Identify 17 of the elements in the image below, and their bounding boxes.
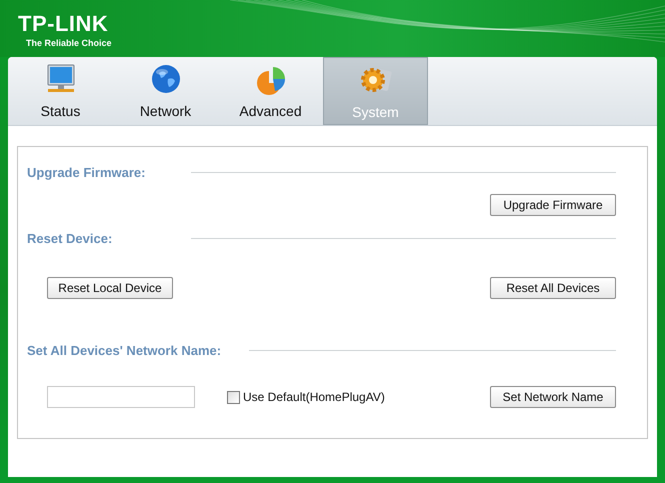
- checkbox[interactable]: [227, 390, 240, 404]
- action-button[interactable]: Set Network Name: [490, 386, 616, 408]
- checkbox-label: Use Default(HomePlugAV): [243, 390, 385, 404]
- section-heading: Reset Device:: [27, 230, 114, 246]
- logo: TP-LINK: [18, 12, 108, 36]
- action-button[interactable]: Reset Local Device: [47, 277, 173, 299]
- action-button[interactable]: Reset All Devices: [490, 277, 616, 299]
- tab[interactable]: Network: [113, 57, 218, 125]
- tab[interactable]: Advanced: [218, 57, 323, 125]
- tagline: The Reliable Choice: [26, 38, 112, 48]
- network-name-field[interactable]: [47, 386, 195, 408]
- globe-icon: [150, 63, 182, 95]
- monitor-icon: [44, 63, 76, 95]
- action-button[interactable]: Upgrade Firmware: [490, 194, 616, 216]
- section-heading: Upgrade Firmware:: [27, 164, 146, 180]
- section-heading: Set All Devices' Network Name:: [27, 342, 222, 358]
- tab[interactable]: Status: [8, 57, 113, 125]
